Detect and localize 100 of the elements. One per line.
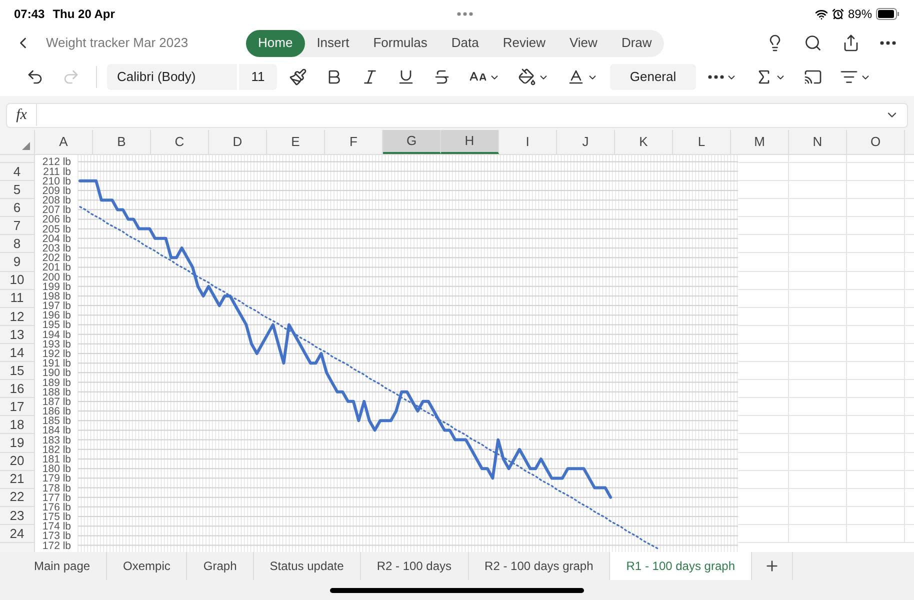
ribbon-tab[interactable]: Insert (304, 30, 362, 56)
row-header[interactable]: 19 (0, 434, 34, 452)
column-header[interactable]: D (209, 130, 267, 154)
font-name-field[interactable]: Calibri (Body) (107, 64, 237, 90)
axis-tick-label: 179 lb (42, 472, 71, 485)
search-icon-icon (804, 34, 822, 52)
axis-tick-label: 211 lb (43, 166, 71, 178)
column-header[interactable]: H (441, 130, 499, 154)
row-header[interactable]: 13 (0, 326, 34, 344)
row-header[interactable]: 11 (0, 290, 34, 308)
row-header[interactable]: 17 (0, 398, 34, 416)
column-header[interactable]: I (499, 130, 557, 154)
row-header[interactable]: 9 (0, 253, 34, 272)
font-size-field[interactable]: 11 (239, 64, 277, 90)
row-header[interactable]: 16 (0, 380, 34, 398)
ribbon-tab[interactable]: Home (246, 30, 305, 56)
axis-tick-label: 191 lb (42, 358, 71, 370)
row-header[interactable]: 10 (0, 272, 34, 290)
axis-tick-label: 201 lb (42, 262, 71, 274)
axis-tick-label: 192 lb (42, 348, 71, 360)
axis-tick-label: 206 lb (42, 214, 71, 226)
undo-icon (26, 68, 44, 86)
axis-tick-label: 205 lb (42, 223, 71, 236)
sheet-tab[interactable]: R1 - 100 days graph (610, 552, 752, 580)
axis-tick-label: 202 lb (42, 252, 71, 264)
row-header[interactable]: 21 (0, 470, 34, 489)
strikethrough-icon (433, 68, 451, 86)
format-painter-icon (289, 68, 307, 86)
row-header[interactable]: 14 (0, 344, 34, 362)
axis-tick-label: 187 lb (42, 396, 71, 408)
row-header[interactable]: 4 (0, 163, 34, 182)
more-options-icon (708, 75, 724, 79)
ribbon-tab[interactable]: Review (490, 30, 558, 56)
column-header[interactable]: M (731, 130, 789, 154)
column-header[interactable]: L (673, 130, 731, 154)
ribbon-tab[interactable]: Data (439, 30, 491, 56)
battery-icon (876, 8, 900, 20)
italic-icon (361, 68, 379, 86)
column-header[interactable]: C (151, 130, 209, 154)
select-all-icon[interactable] (22, 142, 30, 150)
axis-tick-label: 189 lb (42, 376, 71, 389)
multitasking-icon[interactable] (456, 12, 473, 16)
screen-cast-icon (804, 68, 822, 86)
axis-tick-label: 188 lb (42, 386, 71, 398)
axis-tick-label: 208 lb (42, 194, 71, 207)
column-header[interactable]: G (383, 130, 441, 154)
row-header[interactable]: 24 (0, 524, 34, 543)
status-date: Thu 20 Apr (52, 6, 115, 23)
wifi-icon (814, 8, 828, 20)
formula-bar[interactable]: fx (6, 102, 908, 128)
column-header[interactable]: K (615, 130, 673, 154)
axis-tick-label: 181 lb (42, 453, 71, 466)
axis-tick-label: 175 lb (42, 511, 71, 524)
axis-tick-label: 212 lb (42, 156, 71, 168)
column-header[interactable]: A (35, 130, 93, 154)
underline-icon (397, 68, 415, 86)
axis-tick-label: 198 lb (42, 290, 71, 302)
row-header[interactable]: 8 (0, 235, 34, 254)
column-header[interactable]: B (93, 130, 151, 154)
plus-icon (764, 558, 780, 574)
column-header[interactable]: J (557, 130, 615, 154)
axis-tick-label: 183 lb (42, 434, 71, 446)
axis-tick-label: 190 lb (42, 367, 71, 380)
row-header[interactable]: 7 (0, 217, 34, 236)
row-header[interactable]: 6 (0, 199, 34, 218)
axis-tick-label: 199 lb (42, 280, 71, 293)
axis-tick-label: 185 lb (42, 415, 71, 428)
axis-tick-label: 197 lb (42, 300, 71, 312)
redo-icon (62, 68, 80, 86)
row-header[interactable]: 23 (0, 506, 34, 525)
font-color-icon (567, 68, 585, 86)
alarm-icon (832, 8, 844, 20)
formula-label: fx (7, 104, 37, 126)
axis-tick-label: 178 lb (42, 482, 71, 494)
axis-tick-label: 186 lb (42, 406, 71, 418)
axis-tick-label: 177 lb (42, 492, 71, 504)
column-header[interactable]: N (789, 130, 847, 154)
number-format-field[interactable]: General (610, 64, 696, 90)
row-header[interactable]: 22 (0, 488, 34, 507)
row-header[interactable]: 18 (0, 416, 34, 434)
row-header[interactable]: 15 (0, 362, 34, 380)
row-header[interactable]: 12 (0, 308, 34, 326)
more-icon (880, 41, 896, 45)
status-time: 07:43 (14, 6, 45, 23)
axis-tick-label: 174 lb (42, 520, 71, 533)
ribbon-tab[interactable]: Draw (609, 30, 664, 56)
row-header[interactable]: 5 (0, 181, 34, 200)
axis-tick-label: 200 lb (42, 271, 71, 284)
battery-percent: 89% (848, 6, 872, 23)
axis-tick-label: 184 lb (42, 424, 71, 437)
axis-tick-label: 203 lb (42, 242, 71, 255)
column-header[interactable]: O (847, 130, 905, 154)
axis-tick-label: 193 lb (42, 338, 71, 350)
column-header[interactable]: E (267, 130, 325, 154)
ribbon-tab[interactable]: View (557, 30, 610, 56)
filter-icon (840, 68, 858, 86)
ribbon-tab[interactable]: Formulas (361, 30, 440, 56)
share-icon-icon (842, 34, 860, 52)
axis-tick-label: 194 lb (42, 328, 71, 341)
row-header[interactable]: 20 (0, 452, 34, 471)
